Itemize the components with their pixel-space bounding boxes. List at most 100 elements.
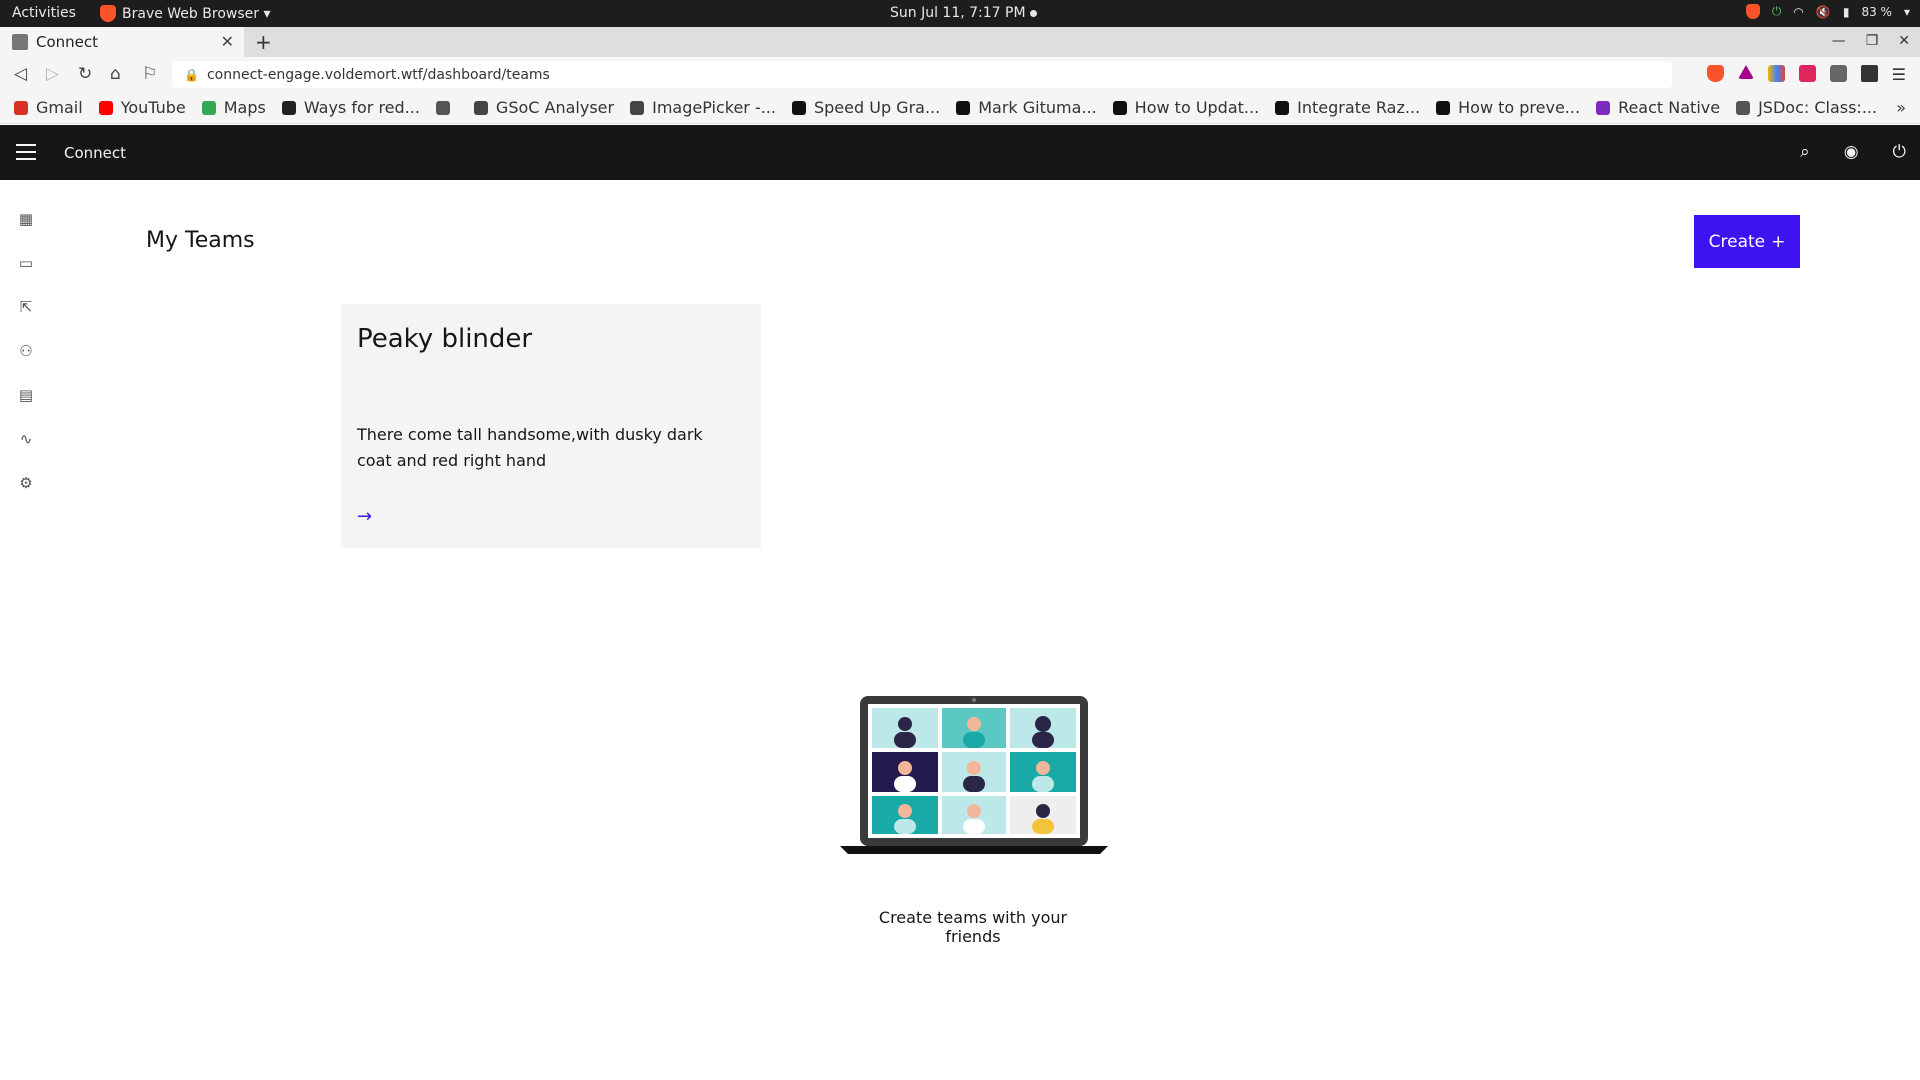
side-nav: ▦ ▭ ⇱ ⚇ ▤ ∿ ⚙ (0, 180, 52, 1080)
battery-icon: ▮ (1842, 4, 1850, 19)
hamburger-menu-icon[interactable] (16, 144, 36, 160)
bookmark-label: ImagePicker -... (652, 98, 776, 117)
bookmark-item[interactable]: JSDoc: Class:... (1736, 98, 1877, 117)
volume-muted-icon: 🔇 (1815, 4, 1831, 19)
address-row: ◁ ▷ ↻ ⌂ ⚐ 🔒 connect-engage.voldemort.wtf… (0, 57, 1920, 92)
tab-title: Connect (36, 33, 99, 51)
bookmarks-bar: Gmail YouTube Maps Ways for red... GSoC Anal… (0, 92, 1920, 124)
bookmark-label: React Native (1618, 98, 1721, 117)
bookmark-item[interactable]: How to preve... (1436, 98, 1580, 117)
tab-connect[interactable]: Connect ✕ (0, 27, 244, 57)
bookmark-item[interactable]: How to Updat... (1112, 98, 1260, 117)
bookmark-item[interactable]: Gmail (14, 98, 83, 117)
system-tray[interactable]: ⏻ ◠ 🔇 ▮ 83 % ▾ (1745, 4, 1910, 19)
team-card-description: There come tall handsome,with dusky dark… (357, 425, 703, 470)
bookmark-favicon-icon (956, 100, 971, 115)
video-icon[interactable]: ▭ (17, 254, 35, 272)
forward-icon[interactable]: ▷ (46, 64, 59, 84)
close-window-icon[interactable]: ✕ (1898, 33, 1910, 49)
bookmark-item[interactable]: YouTube (98, 98, 186, 117)
extension-1-icon[interactable] (1767, 65, 1785, 82)
bookmark-label: How to Updat... (1134, 98, 1260, 117)
os-top-bar: Activities Brave Web Browser ▾ Sun Jul 1… (0, 0, 1920, 27)
activity-icon[interactable]: ∿ (17, 430, 35, 448)
bookmark-item[interactable]: Speed Up Gra... (791, 98, 940, 117)
user-avatar-icon[interactable]: ◉ (1844, 142, 1859, 162)
settings-gear-icon[interactable]: ⚙ (17, 474, 35, 492)
bookmark-item[interactable]: ImagePicker -... (630, 98, 776, 117)
window-controls: — ❐ ✕ (1832, 33, 1910, 49)
app-menu[interactable]: Brave Web Browser ▾ (100, 5, 270, 22)
home-icon[interactable]: ⌂ (110, 64, 121, 84)
bookmark-favicon-icon (473, 100, 488, 115)
bookmark-favicon-icon (14, 100, 28, 115)
new-tab-button[interactable]: + (255, 30, 272, 54)
bookmark-item[interactable]: React Native (1596, 98, 1720, 117)
bookmark-label: Mark Gituma... (978, 98, 1097, 117)
brave-rewards-icon[interactable] (1737, 65, 1754, 79)
create-team-button[interactable]: Create + (1694, 215, 1800, 268)
close-tab-icon[interactable]: ✕ (221, 32, 234, 51)
plus-icon: + (1771, 231, 1786, 252)
url-text: connect-engage.voldemort.wtf/dashboard/t… (206, 66, 550, 83)
favicon-icon (12, 34, 28, 50)
dashboard-icon[interactable]: ▦ (17, 210, 35, 228)
bookmark-item[interactable]: Ways for red... (281, 98, 420, 117)
bookmark-label: Gmail (36, 98, 83, 117)
bookmark-favicon-icon (1275, 100, 1290, 115)
minimize-icon[interactable]: — (1832, 33, 1846, 49)
bookmark-item[interactable] (435, 100, 458, 115)
extension-3-icon[interactable] (1829, 65, 1847, 82)
bookmark-favicon-icon (1112, 100, 1127, 115)
clock[interactable]: Sun Jul 11, 7:17 PM (890, 5, 1037, 21)
wifi-icon: ◠ (1793, 4, 1804, 19)
bookmark-item[interactable]: Mark Gituma... (956, 98, 1097, 117)
bookmark-icon[interactable]: ⚐ (142, 64, 157, 84)
team-card[interactable]: Peaky blinder There come tall handsome,w… (341, 304, 761, 548)
bookmark-item[interactable]: Maps (201, 98, 266, 117)
bookmarks-overflow-icon[interactable]: » (1896, 98, 1906, 117)
arrow-right-icon[interactable]: → (357, 506, 372, 527)
bookmark-favicon-icon (281, 100, 296, 115)
team-card-title: Peaky blinder (357, 324, 533, 354)
bookmark-label: JSDoc: Class:... (1758, 98, 1878, 117)
bookmark-favicon-icon (1596, 100, 1611, 115)
restore-icon[interactable]: ❐ (1866, 33, 1879, 49)
brave-tray-icon (1745, 4, 1760, 19)
app-name[interactable]: Connect (64, 144, 126, 162)
extension-2-icon[interactable] (1798, 65, 1816, 82)
bookmark-label: Ways for red... (303, 98, 420, 117)
teams-icon[interactable]: ⚇ (17, 342, 35, 360)
battery-level: 83 % (1861, 4, 1892, 19)
app-header: Connect ⌕ ◉ ⏻ (0, 125, 1920, 180)
logout-power-icon[interactable]: ⏻ (1893, 142, 1906, 162)
chevron-down-icon: ▾ (1903, 4, 1910, 19)
notification-dot-icon (1029, 10, 1037, 17)
clock-label: Sun Jul 11, 7:17 PM (890, 5, 1026, 21)
lock-icon: 🔒 (184, 67, 199, 82)
reload-icon[interactable]: ↻ (78, 64, 92, 84)
url-bar[interactable]: 🔒 connect-engage.voldemort.wtf/dashboard… (172, 61, 1672, 88)
activities-button[interactable]: Activities (12, 5, 76, 21)
brave-shields-icon[interactable] (1706, 65, 1724, 82)
bookmark-label: GSoC Analyser (495, 98, 615, 117)
share-screen-icon[interactable]: ⇱ (17, 298, 35, 316)
puzzle-icon[interactable] (1860, 65, 1878, 82)
bookmark-favicon-icon (630, 100, 645, 115)
bookmark-favicon-icon (791, 100, 806, 115)
bookmark-item[interactable]: Integrate Raz... (1275, 98, 1420, 117)
bookmark-item[interactable]: GSoC Analyser (473, 98, 615, 117)
bookmark-label: How to preve... (1458, 98, 1581, 117)
bookmark-favicon-icon (1736, 100, 1751, 115)
calendar-icon[interactable]: ▤ (17, 386, 35, 404)
app-menu-label: Brave Web Browser ▾ (122, 5, 271, 22)
power-tray-icon: ⏻ (1771, 4, 1782, 18)
search-icon[interactable]: ⌕ (1800, 142, 1810, 162)
bookmark-favicon-icon (201, 100, 216, 115)
bookmark-favicon-icon (435, 100, 450, 115)
bookmark-favicon-icon (98, 100, 113, 115)
back-icon[interactable]: ◁ (14, 64, 27, 84)
video-call-illustration (840, 696, 1108, 854)
bookmark-label: YouTube (120, 98, 186, 117)
menu-icon[interactable]: ☰ (1892, 65, 1906, 84)
